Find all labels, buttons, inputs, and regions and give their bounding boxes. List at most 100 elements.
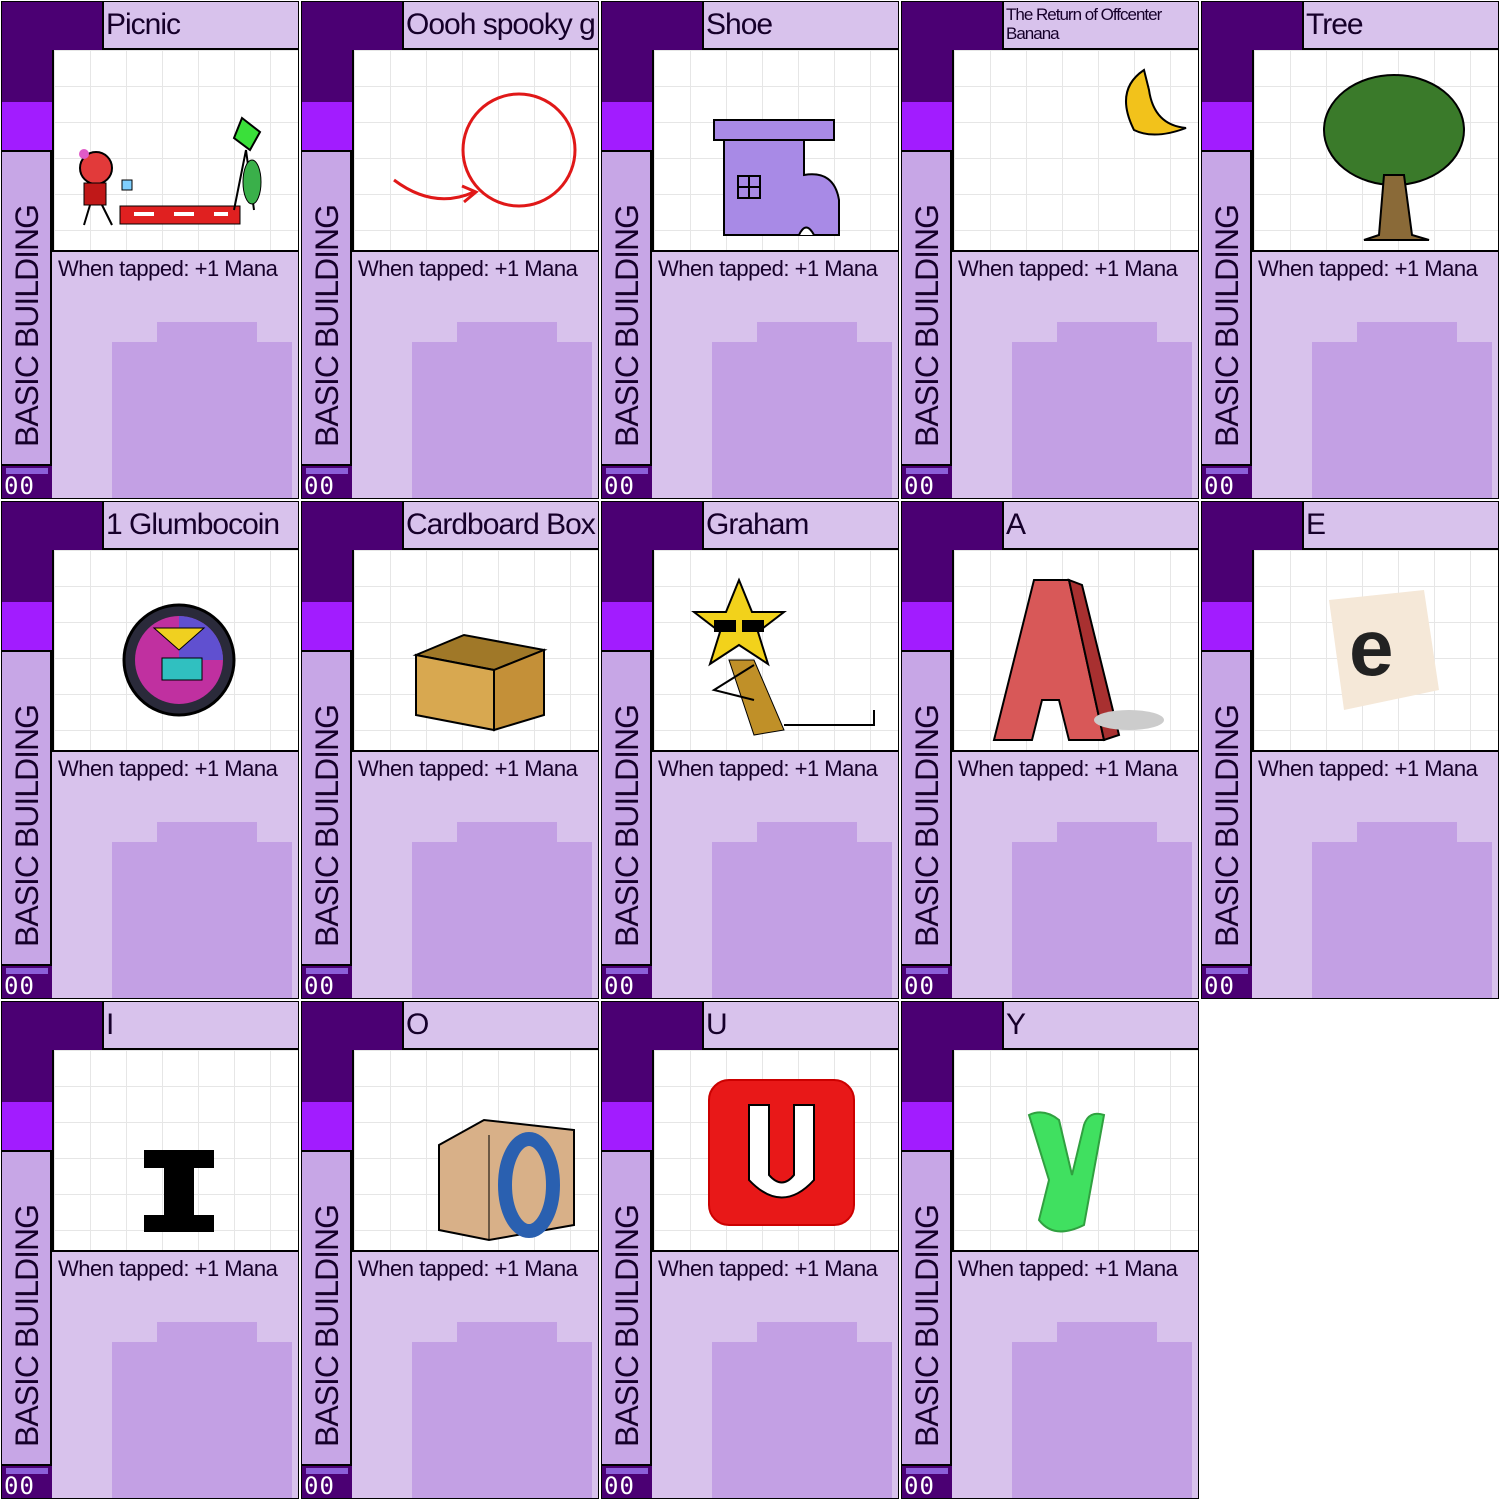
card-title: U xyxy=(706,1008,728,1041)
card-rules-text: When tapped: +1 Mana xyxy=(958,756,1178,781)
card-rules-text: When tapped: +1 Mana xyxy=(358,756,578,781)
card-type-line: BASIC BUILDING xyxy=(309,1204,345,1447)
card-color-gem xyxy=(1202,602,1252,652)
coin-icon xyxy=(52,550,298,752)
card-title: E xyxy=(1306,508,1326,541)
card-rules-text: When tapped: +1 Mana xyxy=(1258,756,1478,781)
card-text-decoration xyxy=(1012,842,1192,998)
card-cost-box: 00 xyxy=(902,1464,952,1498)
card-u[interactable]: BASIC BUILDING 00 U When tapped: +1 Mana xyxy=(601,1001,899,1499)
card-rules-text: When tapped: +1 Mana xyxy=(658,756,878,781)
card-cost: 00 xyxy=(604,972,635,999)
card-color-gem xyxy=(2,102,52,152)
card-picnic[interactable]: BASIC BUILDING 00 Picnic When tapped: +1… xyxy=(1,1,299,499)
card-title: Oooh spooky ghost xyxy=(406,8,596,41)
card-cost: 00 xyxy=(904,472,935,499)
purple-boot-icon xyxy=(652,50,898,252)
card-cost: 00 xyxy=(4,972,35,999)
card-color-gem xyxy=(602,1102,652,1152)
card-rules-text: When tapped: +1 Mana xyxy=(1258,256,1478,281)
card-color-gem xyxy=(1202,102,1252,152)
star-with-sunglasses-icon xyxy=(652,550,898,752)
card-cardboard-box[interactable]: BASIC BUILDING 00 Cardboard Box When tap… xyxy=(301,501,599,999)
card-title: A xyxy=(1006,508,1026,541)
card-e[interactable]: BASIC BUILDING 00 E e When tapped: +1 Ma… xyxy=(1201,501,1499,999)
svg-text:e: e xyxy=(1349,603,1394,692)
card-title: 1 Glumbocoin xyxy=(106,508,280,541)
card-color-gem xyxy=(302,1102,352,1152)
picnic-illustration-icon xyxy=(52,50,298,252)
cardboard-box-icon xyxy=(352,550,598,752)
card-rules-text: When tapped: +1 Mana xyxy=(958,1256,1178,1281)
card-cost: 00 xyxy=(604,472,635,499)
card-color-gem xyxy=(2,1102,52,1152)
card-y[interactable]: BASIC BUILDING 00 Y When tapped: +1 Mana xyxy=(901,1001,1199,1499)
card-color-gem xyxy=(902,102,952,152)
card-type-line: BASIC BUILDING xyxy=(309,204,345,447)
card-cost-box: 00 xyxy=(902,464,952,499)
card-cost-box: 00 xyxy=(2,464,52,499)
card-a[interactable]: BASIC BUILDING 00 A When tapped: +1 Mana xyxy=(901,501,1199,999)
card-1-glumbocoin[interactable]: BASIC BUILDING 00 1 Glumbocoin When tapp… xyxy=(1,501,299,999)
card-color-gem xyxy=(2,602,52,652)
card-text-decoration xyxy=(1012,1342,1192,1498)
card-cost-box: 00 xyxy=(302,964,352,999)
card-cost-box: 00 xyxy=(2,964,52,999)
card-color-gem xyxy=(302,602,352,652)
card-color-gem xyxy=(602,102,652,152)
card-title: Y xyxy=(1006,1008,1026,1041)
card-title: I xyxy=(106,1008,114,1041)
card-graham[interactable]: BASIC BUILDING 00 Graham When tapped: +1… xyxy=(601,501,899,999)
card-type-line: BASIC BUILDING xyxy=(609,204,645,447)
card-cost-box: 00 xyxy=(2,1464,52,1498)
card-rules-text: When tapped: +1 Mana xyxy=(58,1256,278,1281)
card-text-decoration xyxy=(412,1342,592,1498)
card-type-line: BASIC BUILDING xyxy=(909,1204,945,1447)
black-letter-i-icon xyxy=(52,1050,298,1252)
card-color-gem xyxy=(902,602,952,652)
red-letter-a-icon xyxy=(952,550,1198,752)
card-title: Picnic xyxy=(106,8,181,41)
card-text-decoration xyxy=(712,1342,892,1498)
card-color-gem xyxy=(602,602,652,652)
green-letter-y-icon xyxy=(952,1050,1198,1252)
card-the-return-of-offcenter-banana[interactable]: BASIC BUILDING 00 The Return of Offcente… xyxy=(901,1,1199,499)
card-oooh-spooky-ghost[interactable]: BASIC BUILDING 00 Oooh spooky ghost When… xyxy=(301,1,599,499)
card-cost-box: 00 xyxy=(1202,964,1252,998)
card-cost-box: 00 xyxy=(302,1464,352,1499)
card-cost: 00 xyxy=(604,1472,635,1499)
card-type-line: BASIC BUILDING xyxy=(1209,704,1245,947)
card-title: O xyxy=(406,1008,429,1041)
card-cost: 00 xyxy=(304,1472,335,1499)
banana-icon xyxy=(952,50,1198,252)
card-cost: 00 xyxy=(304,972,335,999)
card-rules-text: When tapped: +1 Mana xyxy=(958,256,1178,281)
card-title: Graham xyxy=(706,508,809,541)
card-sheet: BASIC BUILDING 00 Picnic When tapped: +1… xyxy=(0,0,1500,1500)
card-title: Shoe xyxy=(706,8,773,41)
card-text-decoration xyxy=(1012,342,1192,498)
card-cost-box: 00 xyxy=(1202,464,1252,498)
card-text-decoration xyxy=(112,1342,292,1498)
card-text-decoration xyxy=(1312,842,1492,998)
card-cost: 00 xyxy=(904,972,935,999)
card-text-decoration xyxy=(712,342,892,498)
card-title: The Return of Offcenter Banana xyxy=(1006,5,1162,43)
card-cost-box: 00 xyxy=(602,464,652,499)
card-text-decoration xyxy=(112,842,292,998)
card-i[interactable]: BASIC BUILDING 00 I When tapped: +1 Mana xyxy=(1,1001,299,1499)
card-text-decoration xyxy=(712,842,892,998)
card-rules-text: When tapped: +1 Mana xyxy=(358,256,578,281)
card-text-decoration xyxy=(412,342,592,498)
card-o[interactable]: BASIC BUILDING 00 O When tapped: +1 Mana xyxy=(301,1001,599,1499)
card-cost-box: 00 xyxy=(602,964,652,999)
card-tree[interactable]: BASIC BUILDING 00 Tree When tapped: +1 M… xyxy=(1201,1,1499,499)
tree-icon xyxy=(1252,50,1498,252)
card-shoe[interactable]: BASIC BUILDING 00 Shoe When tapped: +1 M… xyxy=(601,1,899,499)
card-color-gem xyxy=(902,1102,952,1152)
letter-o-block-icon xyxy=(352,1050,598,1252)
card-cost-box: 00 xyxy=(902,964,952,999)
card-type-line: BASIC BUILDING xyxy=(909,704,945,947)
card-text-decoration xyxy=(112,342,292,498)
card-cost: 00 xyxy=(4,472,35,499)
